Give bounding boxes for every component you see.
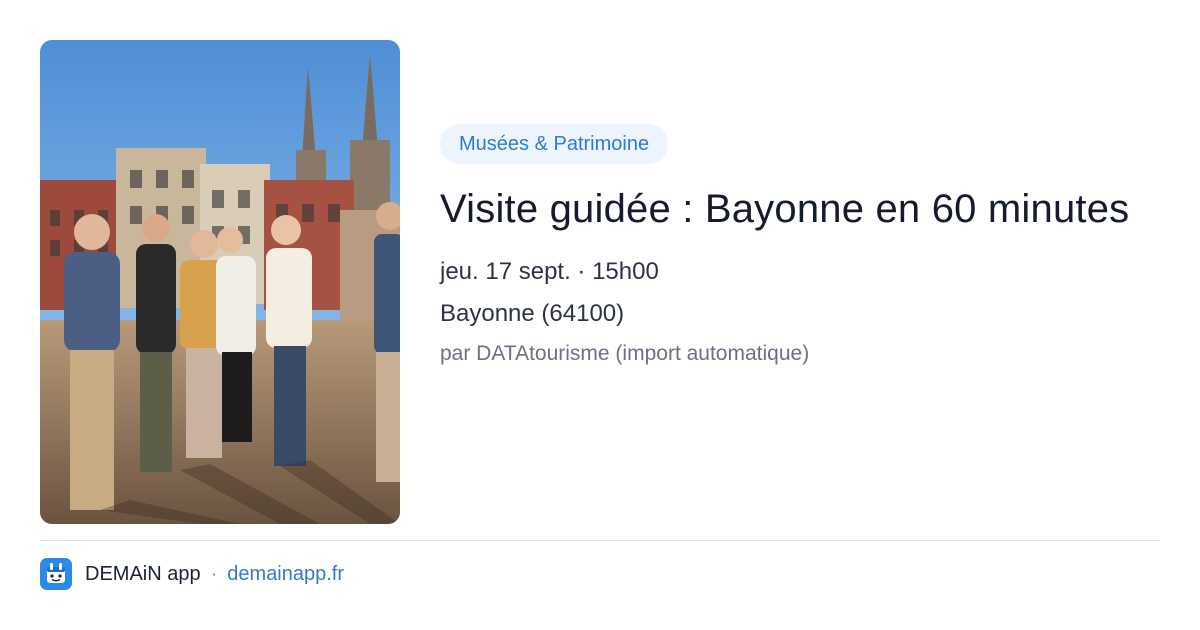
event-location: Bayonne (64100) <box>440 300 625 327</box>
event-date: jeu. 17 sept. · 15h00 <box>440 258 659 285</box>
footer-separator: · <box>210 562 218 585</box>
event-source: par DATAtourisme (import automatique) <box>440 342 810 365</box>
footer-divider <box>40 540 1160 541</box>
category-badge[interactable]: Musées & Patrimoine <box>440 124 669 164</box>
event-photo[interactable] <box>40 40 400 524</box>
event-title[interactable]: Visite guidée : Bayonne en 60 minutes <box>440 182 1160 236</box>
app-website-link[interactable]: demainapp.fr <box>227 563 344 586</box>
event-details: Musées & Patrimoine Visite guidée : Bayo… <box>440 124 1160 366</box>
event-photo-illustration <box>40 40 400 524</box>
app-name: DEMAiN app <box>85 562 201 585</box>
demain-app-logo-icon[interactable] <box>40 558 72 590</box>
footer: DEMAiN app · demainapp.fr <box>40 558 344 590</box>
